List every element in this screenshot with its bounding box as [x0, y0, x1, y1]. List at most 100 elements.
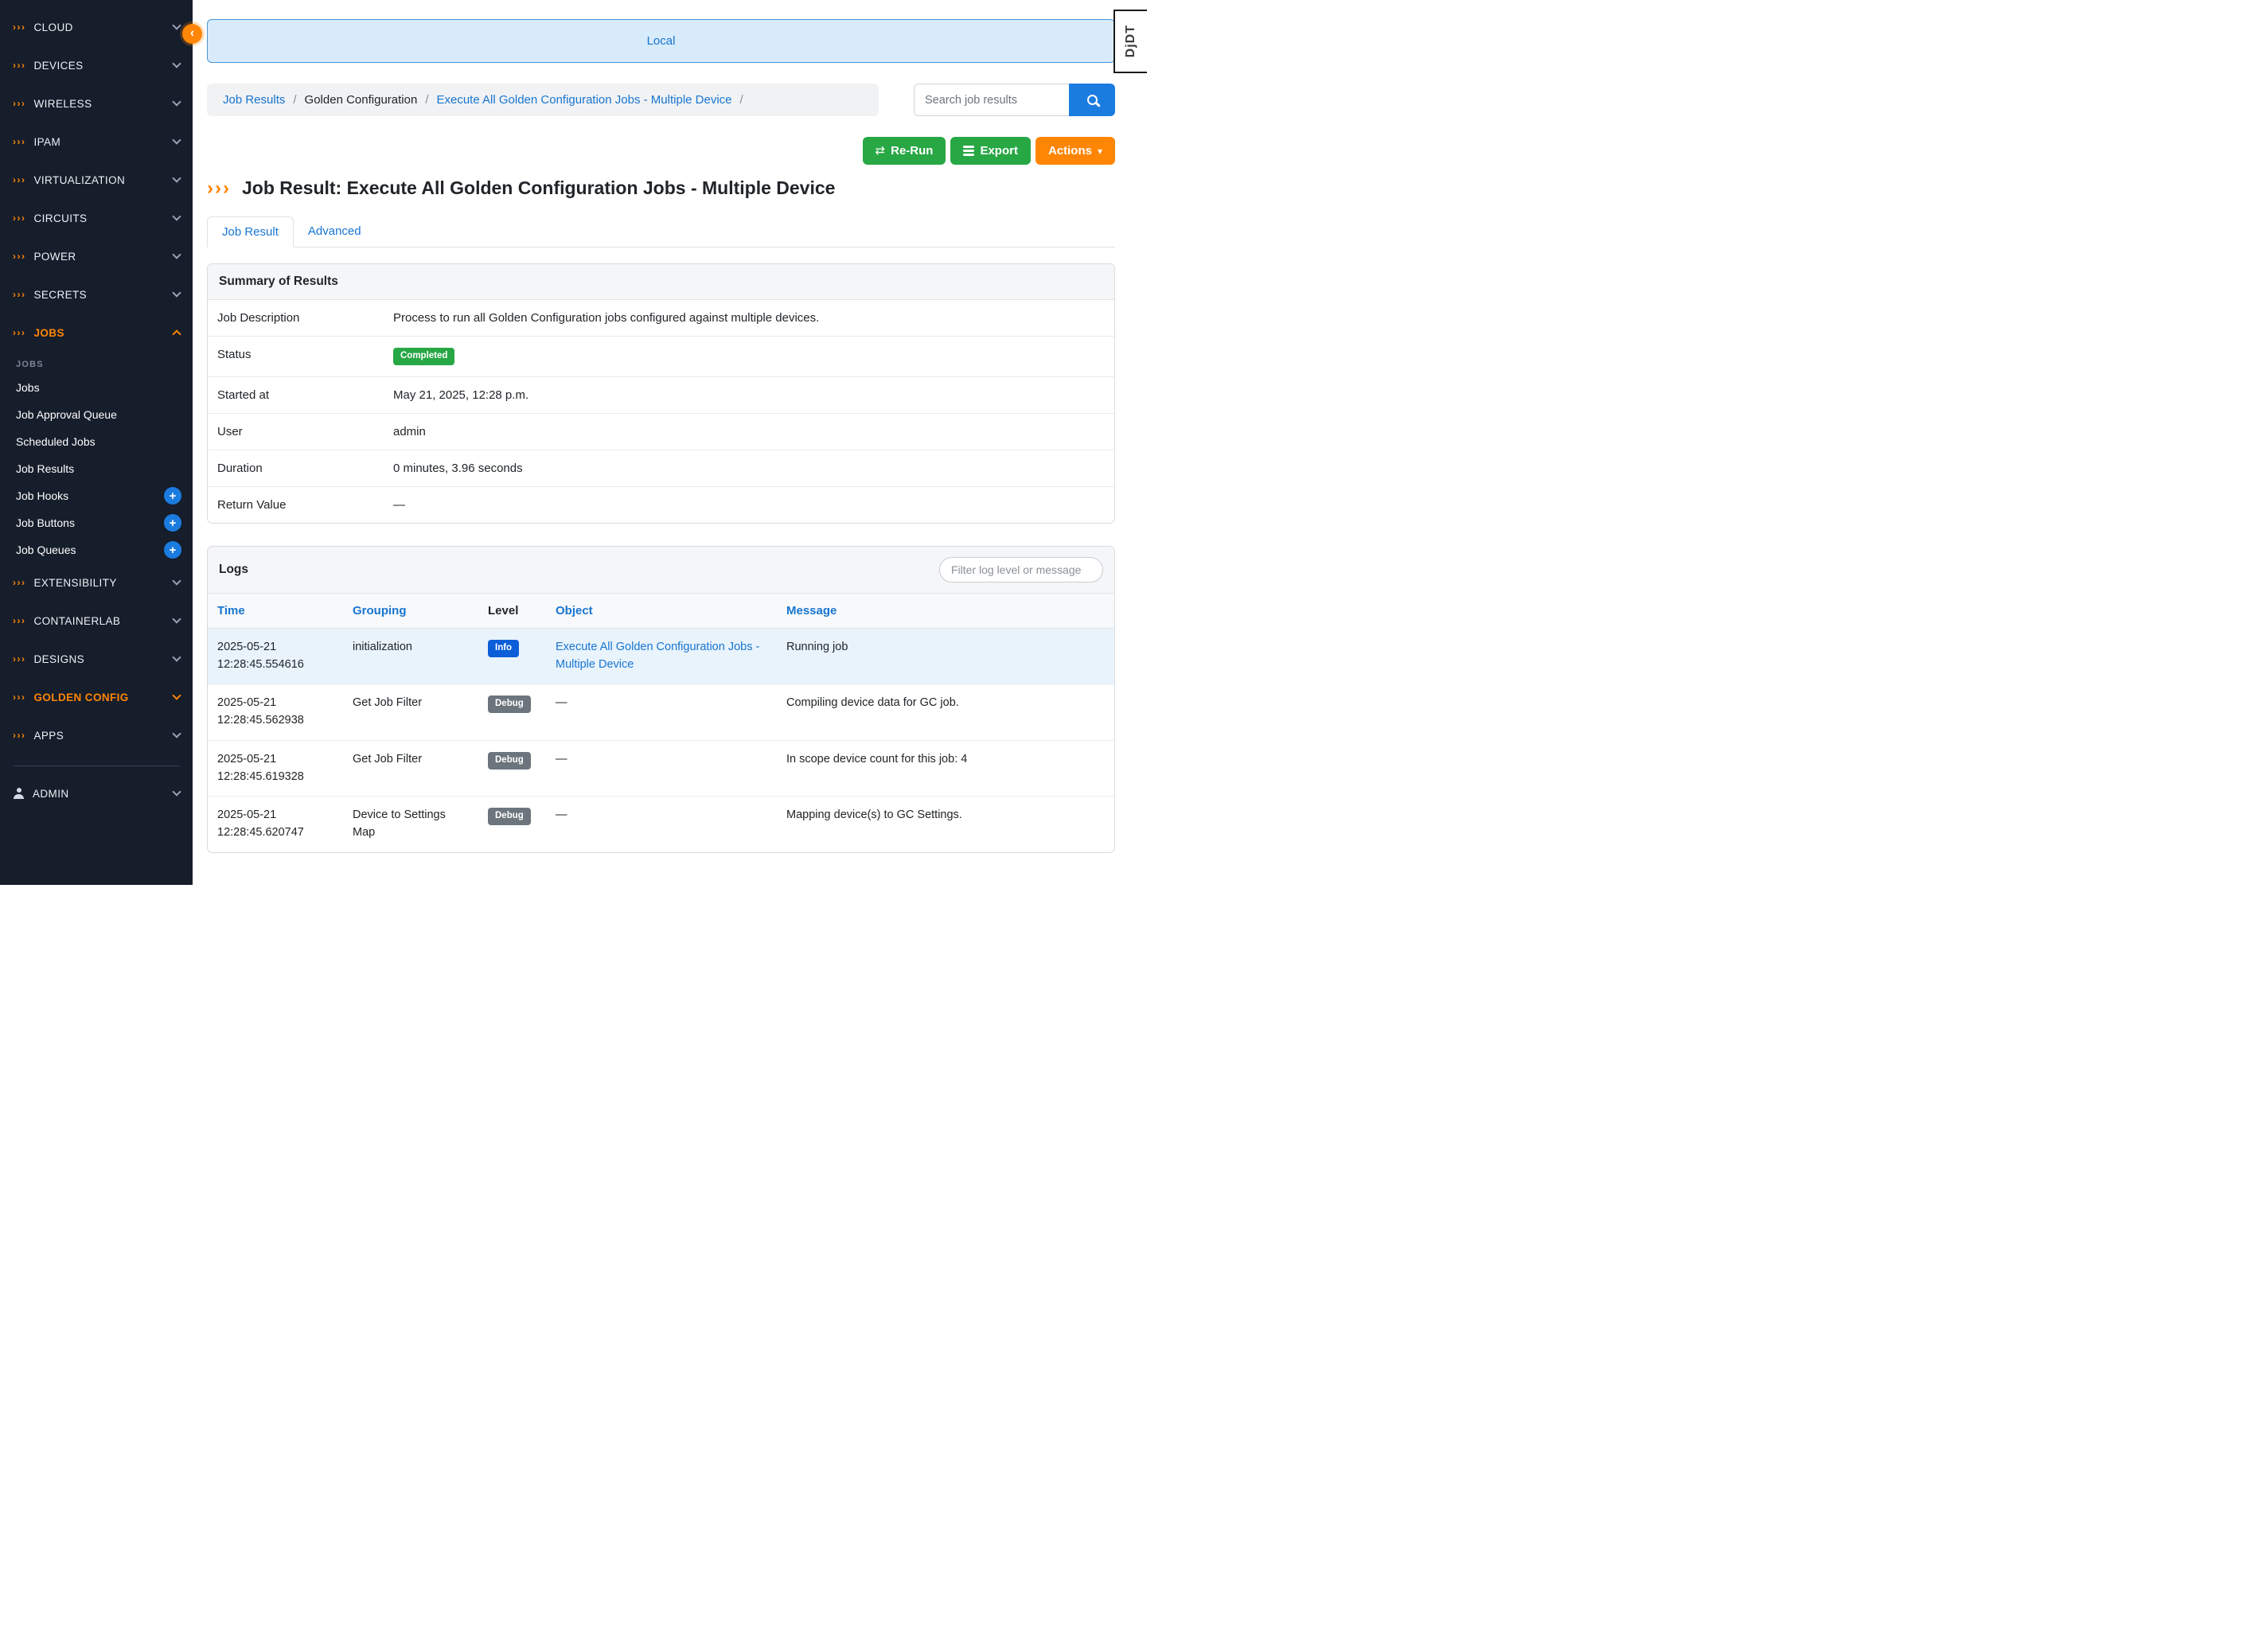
sidebar-item-wireless[interactable]: ››› WIRELESS	[0, 84, 193, 123]
breadcrumb-link-job-name[interactable]: Execute All Golden Configuration Jobs - …	[436, 93, 731, 107]
breadcrumb-link-job-results[interactable]: Job Results	[223, 93, 285, 107]
tab-job-result[interactable]: Job Result	[207, 216, 294, 247]
sidebar-item-job-approval-queue[interactable]: Job Approval Queue	[0, 401, 193, 428]
sidebar-item-jobs[interactable]: ››› JOBS	[0, 314, 193, 352]
column-header-message[interactable]: Message	[777, 594, 1114, 629]
search-button[interactable]	[1069, 84, 1115, 116]
log-object: —	[546, 684, 777, 741]
sidebar-item-ipam[interactable]: ››› IPAM	[0, 123, 193, 161]
column-header-grouping[interactable]: Grouping	[343, 594, 478, 629]
breadcrumb-separator: /	[740, 93, 743, 107]
rerun-button[interactable]: ⇄ Re-Run	[863, 137, 946, 165]
sidebar-item-containerlab[interactable]: ››› CONTAINERLAB	[0, 602, 193, 640]
sidebar-sub-label: Scheduled Jobs	[16, 435, 181, 448]
log-filter-input[interactable]	[939, 557, 1103, 582]
column-header-level: Level	[478, 594, 546, 629]
export-database-icon	[963, 146, 974, 156]
sidebar-item-job-buttons[interactable]: Job Buttons +	[0, 509, 193, 536]
log-object-link[interactable]: Execute All Golden Configuration Jobs - …	[556, 641, 759, 671]
sidebar-item-extensibility[interactable]: ››› EXTENSIBILITY	[0, 563, 193, 602]
log-grouping: Get Job Filter	[343, 684, 478, 741]
chevron-down-icon	[172, 135, 181, 144]
summary-value: admin	[384, 414, 1114, 450]
summary-row-job-description: Job Description Process to run all Golde…	[208, 300, 1114, 336]
column-header-time[interactable]: Time	[208, 594, 343, 629]
sidebar-section-header-jobs: JOBS	[0, 352, 193, 374]
triple-chevron-icon: ›››	[13, 290, 26, 299]
summary-label: Started at	[208, 377, 384, 413]
chevron-down-icon	[172, 729, 181, 738]
sidebar-item-job-queues[interactable]: Job Queues +	[0, 536, 193, 563]
sidebar-item-designs[interactable]: ››› DESIGNS	[0, 640, 193, 678]
chevron-down-icon	[172, 653, 181, 661]
actions-button[interactable]: Actions ▾	[1035, 137, 1115, 165]
sidebar-item-label: SECRETS	[34, 289, 174, 301]
title-triple-chevron-icon: ›››	[207, 179, 231, 198]
sidebar-collapse-button[interactable]: ‹	[182, 24, 202, 44]
django-debug-toolbar-handle[interactable]: DjDT	[1113, 10, 1147, 73]
banner-text: Local	[647, 34, 676, 48]
breadcrumb-row: Job Results / Golden Configuration / Exe…	[207, 84, 1115, 116]
breadcrumb-separator: /	[293, 93, 296, 107]
sidebar-item-jobs-link[interactable]: Jobs	[0, 374, 193, 401]
sidebar-item-secrets[interactable]: ››› SECRETS	[0, 275, 193, 314]
log-message: Compiling device data for GC job.	[777, 684, 1114, 741]
triple-chevron-icon: ›››	[13, 213, 26, 223]
add-job-button-button[interactable]: +	[164, 514, 181, 532]
chevron-down-icon	[172, 97, 181, 106]
summary-value: 0 minutes, 3.96 seconds	[384, 450, 1114, 486]
triple-chevron-icon: ›››	[13, 99, 26, 108]
sidebar-item-golden-config[interactable]: ››› GOLDEN CONFIG	[0, 678, 193, 716]
sidebar-item-virtualization[interactable]: ››› VIRTUALIZATION	[0, 161, 193, 199]
sidebar-item-label: GOLDEN CONFIG	[34, 692, 174, 703]
log-message: Mapping device(s) to GC Settings.	[777, 797, 1114, 852]
log-time: 2025-05-21 12:28:45.619328	[208, 740, 343, 797]
action-toolbar: ⇄ Re-Run Export Actions ▾	[207, 137, 1115, 165]
chevron-down-icon	[172, 59, 181, 68]
rerun-label: Re-Run	[891, 144, 933, 158]
sidebar-item-scheduled-jobs[interactable]: Scheduled Jobs	[0, 428, 193, 455]
sidebar-item-power[interactable]: ››› POWER	[0, 237, 193, 275]
log-message: Running job	[777, 628, 1114, 684]
summary-label: User	[208, 414, 384, 450]
chevron-down-icon	[172, 173, 181, 182]
triple-chevron-icon: ›››	[13, 251, 26, 261]
chevron-up-icon	[172, 329, 181, 338]
chevron-down-icon	[172, 288, 181, 297]
sidebar-item-job-hooks[interactable]: Job Hooks +	[0, 482, 193, 509]
sidebar-item-devices[interactable]: ››› DEVICES	[0, 46, 193, 84]
search-input[interactable]	[914, 84, 1069, 116]
sidebar-item-job-results[interactable]: Job Results	[0, 455, 193, 482]
log-time: 2025-05-21 12:28:45.620747	[208, 797, 343, 852]
sidebar-item-apps[interactable]: ››› APPS	[0, 716, 193, 754]
log-message: In scope device count for this job: 4	[777, 740, 1114, 797]
rerun-icon: ⇄	[876, 145, 886, 157]
add-job-hook-button[interactable]: +	[164, 487, 181, 505]
sidebar-item-circuits[interactable]: ››› CIRCUITS	[0, 199, 193, 237]
add-job-queue-button[interactable]: +	[164, 541, 181, 559]
sidebar-sub-label: Job Approval Queue	[16, 408, 181, 421]
app-root: ››› CLOUD ››› DEVICES ››› WIRELESS ››› I…	[0, 0, 1131, 885]
export-button[interactable]: Export	[950, 137, 1031, 165]
triple-chevron-icon: ›››	[13, 654, 26, 664]
search-box	[914, 84, 1115, 116]
sidebar-item-cloud[interactable]: ››› CLOUD	[0, 8, 193, 46]
chevron-down-icon	[172, 212, 181, 220]
summary-row-user: User admin	[208, 413, 1114, 450]
person-icon	[13, 788, 25, 799]
triple-chevron-icon: ›››	[13, 616, 26, 625]
sidebar-item-label: EXTENSIBILITY	[34, 577, 174, 589]
summary-label: Job Description	[208, 300, 384, 336]
log-time: 2025-05-21 12:28:45.554616	[208, 628, 343, 684]
sidebar-item-admin[interactable]: ADMIN	[0, 774, 193, 812]
sidebar-item-label: WIRELESS	[34, 98, 174, 110]
tab-advanced[interactable]: Advanced	[294, 216, 376, 247]
export-label: Export	[980, 144, 1018, 158]
triple-chevron-icon: ›››	[13, 692, 26, 702]
column-header-object[interactable]: Object	[546, 594, 777, 629]
environment-banner: Local	[207, 19, 1115, 63]
summary-card-header: Summary of Results	[208, 264, 1114, 300]
summary-title: Summary of Results	[219, 275, 338, 289]
logs-table: Time Grouping Level Object Message 2025-…	[208, 594, 1114, 852]
triple-chevron-icon: ›››	[13, 578, 26, 587]
